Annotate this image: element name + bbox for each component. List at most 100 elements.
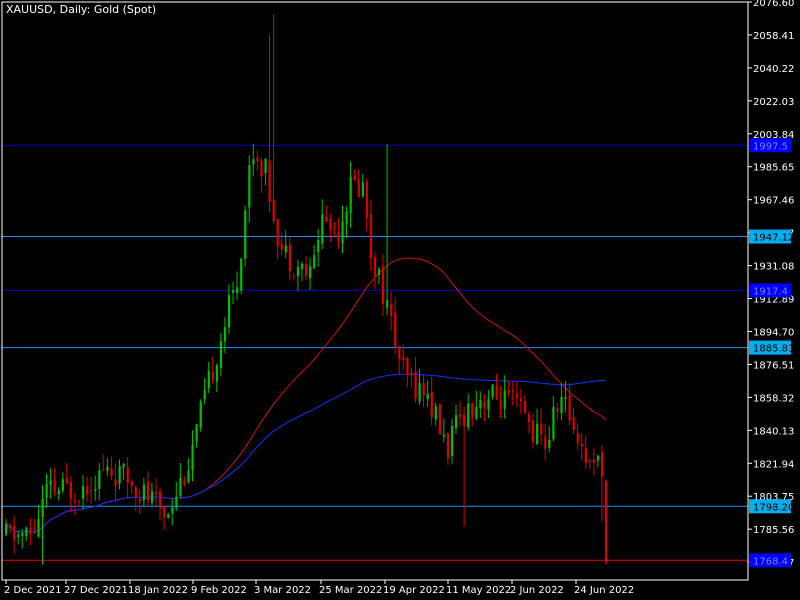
candle-body (463, 414, 466, 426)
candle-body (459, 414, 462, 418)
y-tick-label: 2040.22 (753, 64, 794, 75)
candle-body (450, 425, 454, 456)
candle-body (155, 492, 158, 495)
x-tick-label: 27 Dec 2021 (64, 585, 128, 596)
candle-body (487, 399, 490, 410)
x-tick-label: 2 Dec 2021 (4, 585, 62, 596)
candle-body (252, 159, 255, 165)
y-tick-label: 1931.08 (753, 262, 794, 273)
y-tick-label: 1785.56 (753, 525, 794, 536)
candle-body (77, 500, 81, 502)
candle-body (564, 397, 567, 399)
candle-body (341, 221, 344, 244)
candle-body (329, 218, 332, 230)
candle-body (576, 433, 579, 444)
candle-body (495, 386, 498, 398)
candle-body (167, 514, 170, 518)
candle-body (49, 480, 52, 486)
candle-body (134, 487, 137, 497)
candle-body (256, 157, 259, 162)
candle-body (560, 396, 563, 414)
candle-body (373, 257, 377, 278)
candle-body (345, 211, 348, 224)
candle-body (175, 496, 178, 508)
candle-body (102, 469, 105, 471)
candle-body (171, 507, 174, 514)
x-tick-label: 18 Jan 2022 (128, 585, 188, 596)
candle-body (536, 423, 539, 444)
candle-body (69, 481, 73, 499)
candle-body (507, 390, 510, 393)
candle-body (475, 406, 478, 419)
candle-body (540, 423, 543, 434)
candle-body (325, 216, 328, 222)
candle-body (187, 470, 190, 482)
candle-body (434, 406, 437, 420)
candle-body (260, 160, 263, 177)
candle-body (284, 245, 287, 253)
candle-body (410, 372, 413, 376)
candle-body (17, 535, 20, 538)
y-tick-label: 1967.46 (753, 196, 794, 207)
candle-body (471, 403, 474, 418)
level-label: 1768.4 (753, 556, 788, 567)
candle-body (126, 467, 129, 483)
candle-body (272, 199, 275, 221)
candle-body (21, 533, 24, 536)
candle-body (276, 218, 279, 247)
candle-body (73, 499, 77, 502)
candle-body (369, 214, 373, 259)
candle-body (426, 393, 429, 400)
candle-body (548, 439, 551, 448)
candle-body (9, 525, 12, 529)
candle-body (13, 525, 16, 541)
candle-body (544, 436, 547, 449)
candle-body (227, 295, 231, 328)
candle-body (313, 255, 316, 269)
level-label: 1997.5 (753, 141, 788, 152)
candle-body (90, 490, 93, 492)
level-label: 1885.81 (753, 344, 794, 355)
candle-body (183, 480, 186, 486)
candle-body (106, 466, 109, 472)
candle-body (584, 448, 587, 463)
y-tick-label: 2058.41 (753, 31, 794, 42)
candle-body (365, 181, 369, 218)
x-tick-label: 3 Mar 2022 (254, 585, 311, 596)
candle-body (455, 414, 458, 429)
candle-body (53, 479, 56, 492)
y-tick-label: 1840.13 (753, 426, 794, 437)
candle-body (552, 407, 555, 440)
candle-body (122, 463, 125, 468)
y-tick-label: 1858.32 (753, 393, 794, 404)
candle-body (491, 385, 494, 397)
candle-body (503, 390, 506, 409)
x-tick-label: 11 May 2022 (446, 585, 511, 596)
candle-body (82, 486, 85, 499)
candle-body (179, 477, 182, 496)
candle-body (430, 391, 433, 418)
candle-body (317, 240, 320, 253)
candle-body (163, 506, 166, 518)
y-tick-label: 1985.65 (753, 163, 794, 174)
candle-body (41, 498, 44, 517)
candle-body (556, 408, 559, 412)
candle-body (223, 327, 227, 342)
candle-body (268, 160, 271, 202)
candle-body (357, 179, 360, 197)
candle-body (195, 424, 198, 442)
candle-body (532, 420, 535, 443)
candle-body (142, 484, 146, 501)
candle-body (130, 481, 133, 486)
candle-body (600, 452, 604, 477)
candle-body (382, 266, 385, 305)
candle-body (5, 523, 8, 535)
y-tick-label: 2022.03 (753, 97, 794, 108)
candle-body (215, 365, 219, 382)
y-tick-label: 1894.70 (753, 327, 794, 338)
candle-body (211, 372, 214, 381)
candle-body (418, 383, 421, 402)
price-chart[interactable]: 2076.602058.412040.222022.032003.841985.… (0, 0, 800, 600)
candle-body (398, 346, 401, 360)
level-label: 1917.4 (753, 286, 788, 297)
